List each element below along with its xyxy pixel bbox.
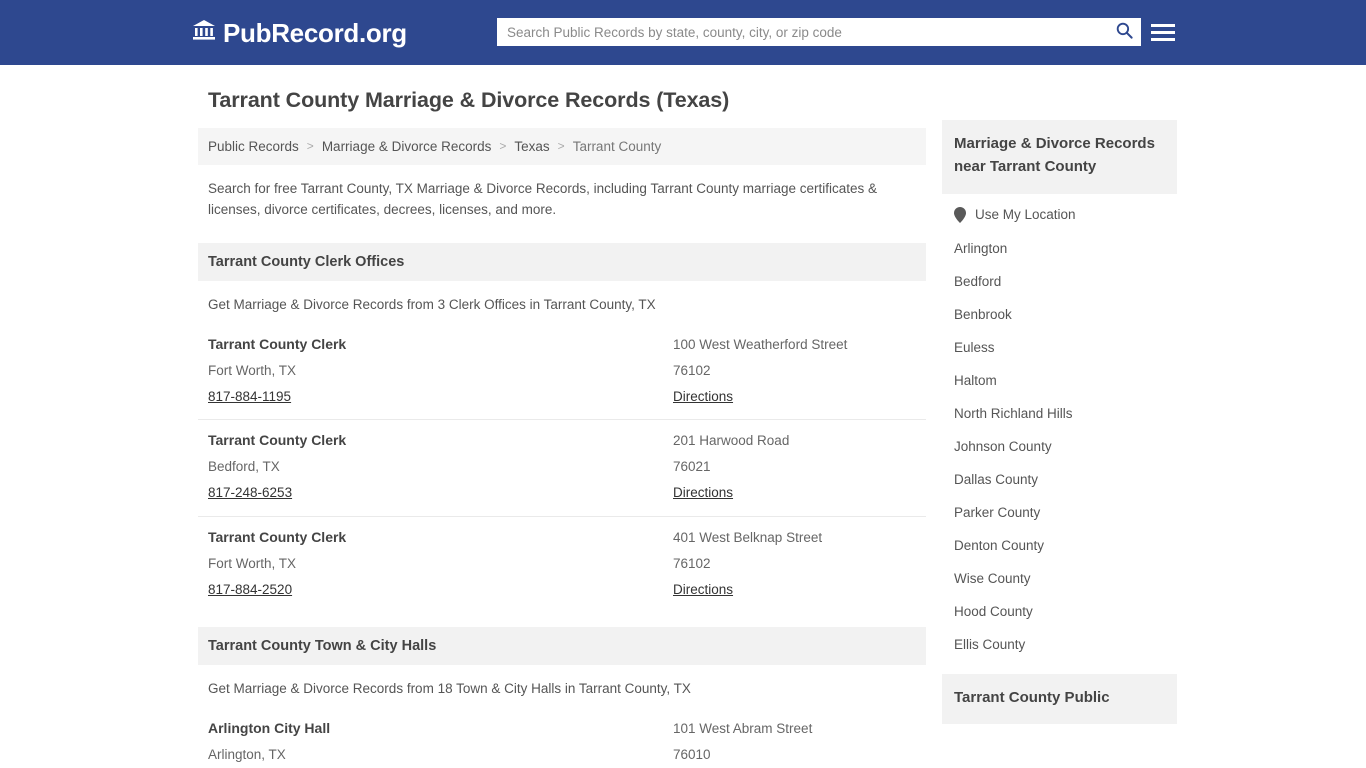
- record-city-state: Bedford, TX: [208, 459, 280, 475]
- breadcrumb-item-public-records[interactable]: Public Records: [208, 139, 299, 154]
- search-button[interactable]: [1107, 18, 1141, 46]
- sidebar-item-north-richland-hills[interactable]: North Richland Hills: [942, 397, 1177, 430]
- hamburger-bar: [1151, 37, 1175, 41]
- hamburger-bar: [1151, 30, 1175, 34]
- record-left-column: Tarrant County Clerk Fort Worth, TX 817-…: [208, 525, 673, 603]
- record-name: Arlington City Hall: [208, 719, 331, 736]
- breadcrumb-separator: >: [306, 139, 314, 154]
- sidebar-item-arlington[interactable]: Arlington: [942, 232, 1177, 265]
- breadcrumb-item-texas[interactable]: Texas: [514, 139, 549, 154]
- sidebar-item-label: Euless: [954, 339, 995, 355]
- sidebar-item-label: Use My Location: [975, 207, 1076, 223]
- record-phone-link[interactable]: 817-248-6253: [208, 480, 292, 506]
- sidebar-item-dallas-county[interactable]: Dallas County: [942, 463, 1177, 496]
- record-street: 100 West Weatherford Street: [673, 336, 848, 352]
- sidebar: Marriage & Divorce Records near Tarrant …: [942, 87, 1177, 768]
- bank-building-icon: [192, 18, 216, 47]
- sidebar-item-benbrook[interactable]: Benbrook: [942, 298, 1177, 331]
- sidebar-item-ellis-county[interactable]: Ellis County: [942, 628, 1177, 661]
- sidebar-panel-title: Marriage & Divorce Records near Tarrant …: [942, 120, 1177, 194]
- record-left-column: Tarrant County Clerk Bedford, TX 817-248…: [208, 428, 673, 506]
- record-directions-link[interactable]: Directions: [673, 577, 733, 603]
- record-row: Tarrant County Clerk Bedford, TX 817-248…: [198, 419, 926, 516]
- map-pin-icon: [954, 206, 966, 223]
- record-phone-link[interactable]: 817-884-1195: [208, 384, 291, 410]
- record-zip: 76102: [673, 556, 711, 572]
- sidebar-item-denton-county[interactable]: Denton County: [942, 529, 1177, 562]
- sidebar-item-label: North Richland Hills: [954, 405, 1073, 421]
- record-right-column: 201 Harwood Road 76021 Directions: [673, 428, 916, 506]
- record-zip: 76021: [673, 459, 711, 475]
- record-directions-link[interactable]: Directions: [673, 480, 733, 506]
- page-title: Tarrant County Marriage & Divorce Record…: [208, 88, 730, 112]
- sidebar-item-use-my-location[interactable]: Use My Location: [942, 198, 1177, 232]
- record-phone-link[interactable]: 817-884-2520: [208, 577, 292, 603]
- content-container: Tarrant County Marriage & Divorce Record…: [198, 65, 1177, 768]
- sidebar-item-label: Parker County: [954, 504, 1041, 520]
- record-street: 401 West Belknap Street: [673, 530, 823, 546]
- record-zip: 76010: [673, 746, 711, 762]
- sidebar-item-label: Denton County: [954, 537, 1045, 553]
- search-input[interactable]: [497, 18, 1107, 46]
- record-street: 201 Harwood Road: [673, 433, 790, 449]
- sidebar-item-label: Arlington: [954, 240, 1008, 256]
- sidebar-item-hood-county[interactable]: Hood County: [942, 595, 1177, 628]
- record-right-column: 401 West Belknap Street 76102 Directions: [673, 525, 916, 603]
- use-my-location-link[interactable]: Use My Location: [942, 198, 1177, 232]
- record-name: Tarrant County Clerk: [208, 335, 347, 352]
- sidebar-item-label: Benbrook: [954, 306, 1012, 322]
- record-right-column: 101 West Abram Street 76010 Directions: [673, 716, 916, 768]
- sidebar-item-bedford[interactable]: Bedford: [942, 265, 1177, 298]
- sidebar-item-label: Ellis County: [954, 636, 1026, 652]
- breadcrumb-separator: >: [557, 139, 565, 154]
- record-name: Tarrant County Clerk: [208, 529, 347, 546]
- record-row: Tarrant County Clerk Fort Worth, TX 817-…: [198, 324, 926, 420]
- sidebar-item-wise-county[interactable]: Wise County: [942, 562, 1177, 595]
- breadcrumb-item-tarrant-county: Tarrant County: [572, 138, 662, 154]
- sidebar-panel-title-bottom: Tarrant County Public: [942, 673, 1177, 725]
- record-row: Tarrant County Clerk Fort Worth, TX 817-…: [198, 516, 926, 613]
- section-subtitle-town-city-halls: Get Marriage & Divorce Records from 18 T…: [208, 680, 691, 696]
- sidebar-item-label: Dallas County: [954, 471, 1039, 487]
- record-zip: 76102: [673, 362, 711, 378]
- page-description: Search for free Tarrant County, TX Marri…: [208, 180, 878, 217]
- sidebar-item-label: Haltom: [954, 372, 997, 388]
- record-city-state: Arlington, TX: [208, 746, 286, 762]
- record-city-state: Fort Worth, TX: [208, 362, 297, 378]
- record-street: 101 West Abram Street: [673, 720, 813, 736]
- breadcrumb-item-marriage-divorce-records[interactable]: Marriage & Divorce Records: [322, 139, 492, 154]
- hamburger-bar: [1151, 23, 1175, 27]
- main-content: Tarrant County Marriage & Divorce Record…: [198, 87, 926, 768]
- site-header: PubRecord.org: [0, 0, 1366, 65]
- section-heading-clerk-offices: Tarrant County Clerk Offices: [198, 242, 926, 281]
- search-icon: [1115, 21, 1134, 43]
- record-name: Tarrant County Clerk: [208, 432, 347, 449]
- record-city-state: Fort Worth, TX: [208, 556, 297, 572]
- hamburger-menu-icon[interactable]: [1151, 20, 1175, 44]
- page-body: Tarrant County Marriage & Divorce Record…: [0, 65, 1366, 768]
- sidebar-item-label: Johnson County: [954, 438, 1052, 454]
- record-left-column: Arlington City Hall Arlington, TX 817-45…: [208, 716, 673, 768]
- sidebar-item-euless[interactable]: Euless: [942, 331, 1177, 364]
- record-left-column: Tarrant County Clerk Fort Worth, TX 817-…: [208, 332, 673, 410]
- section-subtitle-clerk-offices: Get Marriage & Divorce Records from 3 Cl…: [208, 296, 656, 312]
- sidebar-item-johnson-county[interactable]: Johnson County: [942, 430, 1177, 463]
- record-row: Arlington City Hall Arlington, TX 817-45…: [198, 708, 926, 768]
- breadcrumb-separator: >: [499, 139, 507, 154]
- record-directions-link[interactable]: Directions: [673, 384, 733, 410]
- sidebar-item-label: Bedford: [954, 273, 1002, 289]
- sidebar-item-label: Wise County: [954, 570, 1031, 586]
- sidebar-item-haltom[interactable]: Haltom: [942, 364, 1177, 397]
- search-bar[interactable]: [497, 18, 1141, 46]
- section-heading-town-city-halls: Tarrant County Town & City Halls: [198, 626, 926, 665]
- sidebar-item-parker-county[interactable]: Parker County: [942, 496, 1177, 529]
- sidebar-item-label: Hood County: [954, 603, 1033, 619]
- sidebar-nearby-list: Use My Location Arlington Bedford Benbro…: [942, 194, 1177, 661]
- site-logo-link[interactable]: PubRecord.org: [192, 18, 407, 47]
- breadcrumb: Public Records > Marriage & Divorce Reco…: [198, 127, 926, 165]
- site-logo-text: PubRecord.org: [223, 17, 407, 48]
- record-right-column: 100 West Weatherford Street 76102 Direct…: [673, 332, 916, 410]
